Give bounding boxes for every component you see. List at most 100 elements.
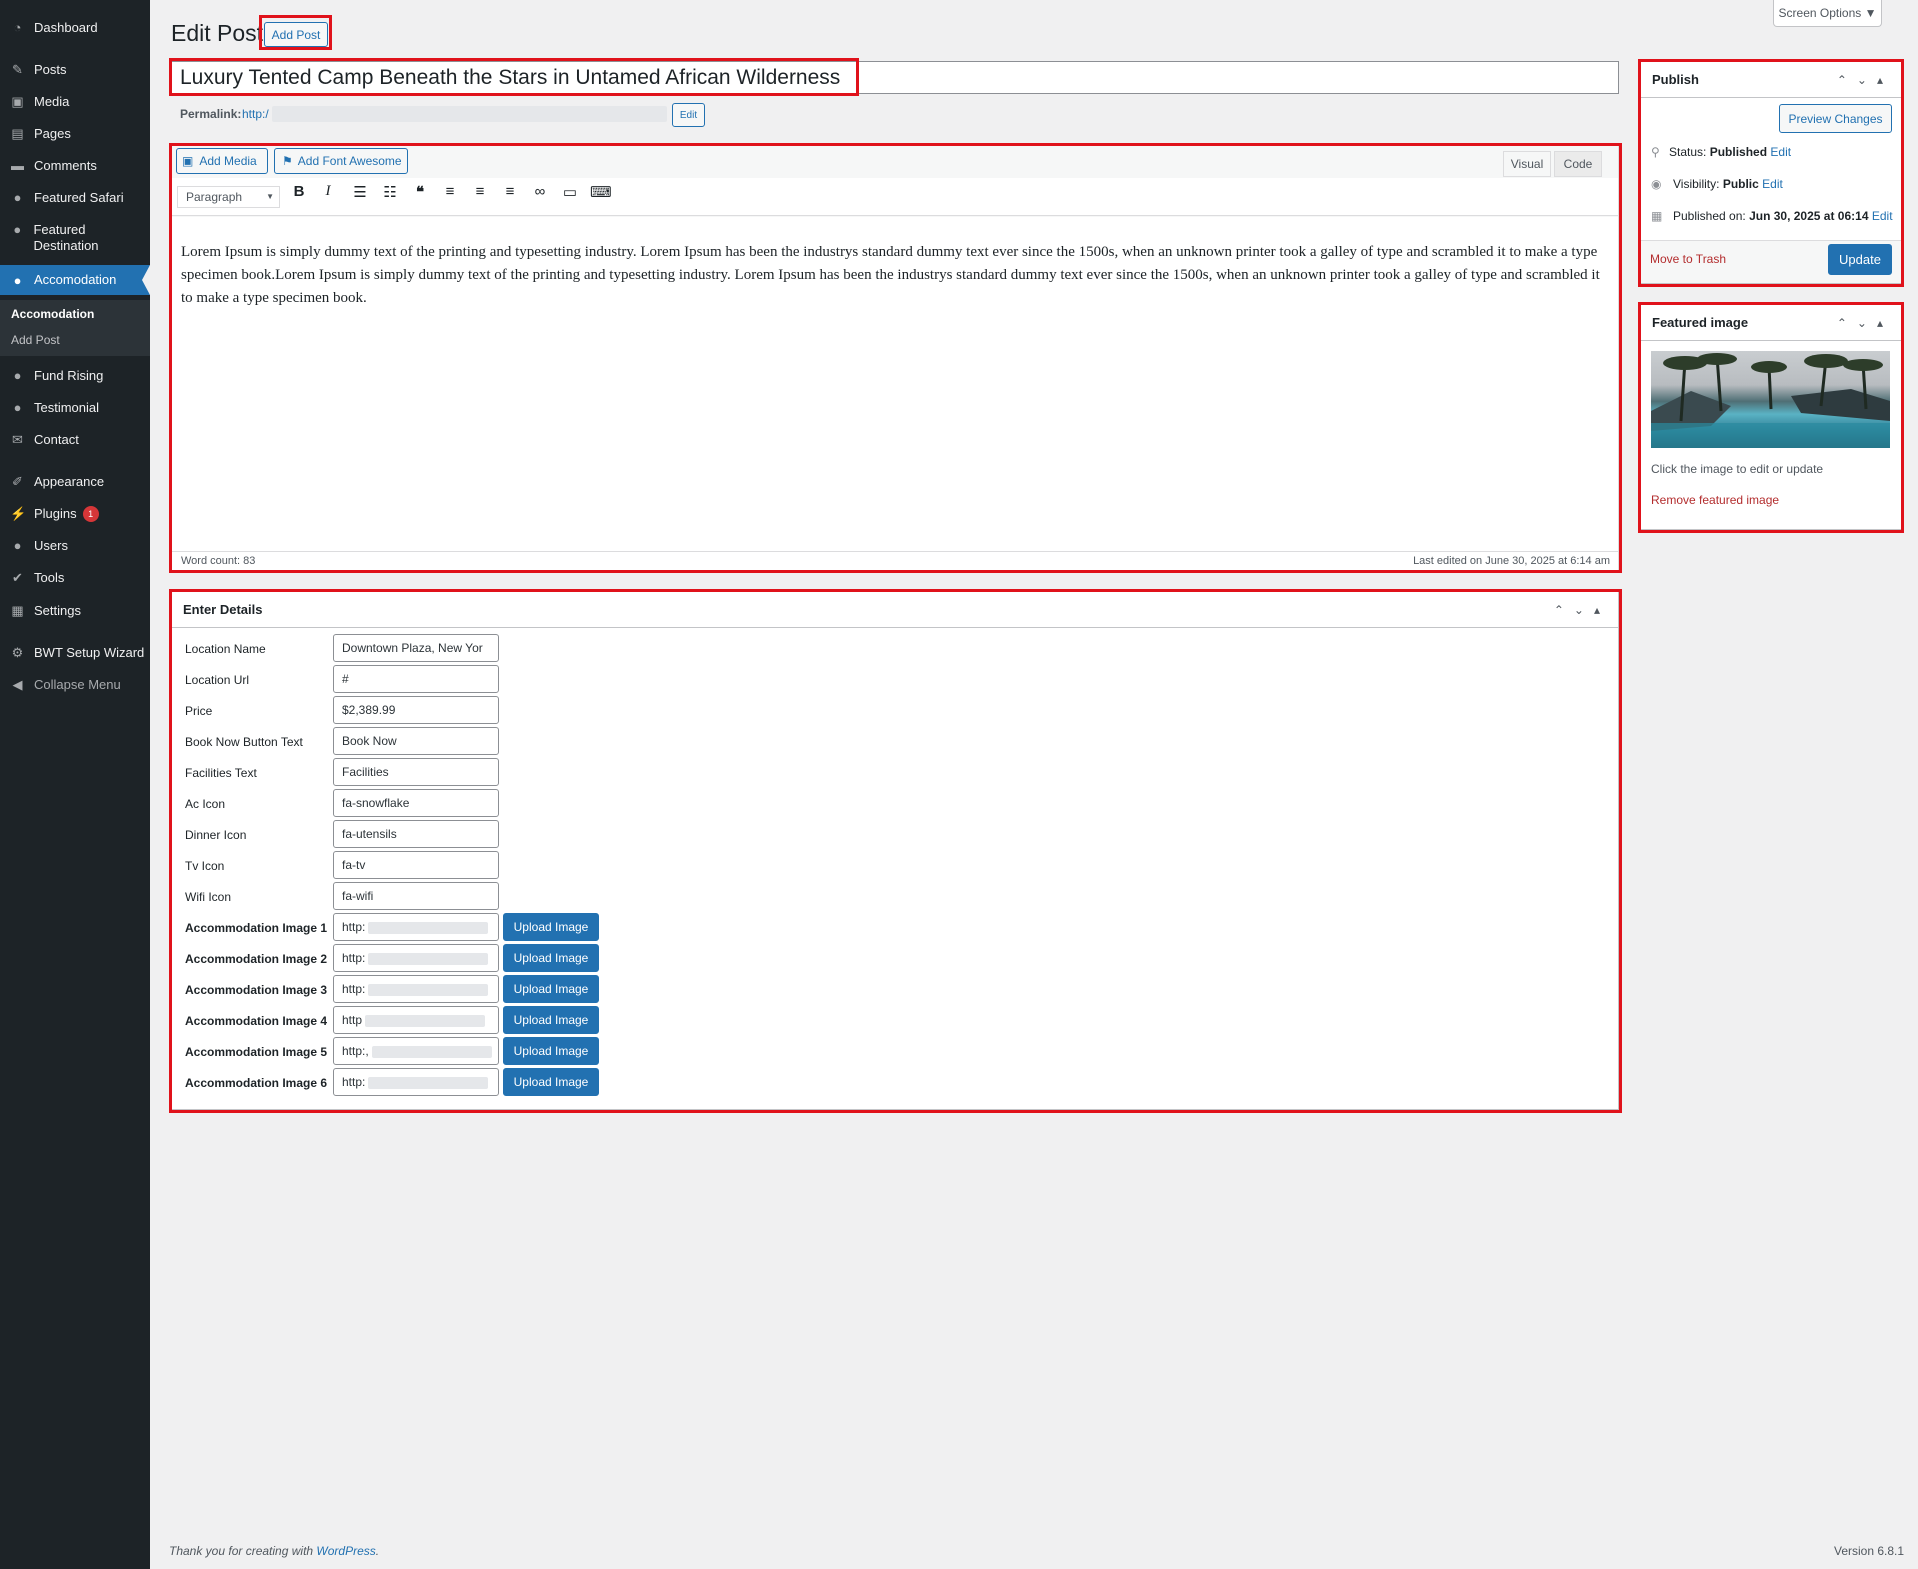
- upload-image-button[interactable]: Upload Image: [503, 1006, 599, 1034]
- move-to-trash-link[interactable]: Move to Trash: [1650, 252, 1726, 266]
- user-group-icon: ●: [13, 272, 22, 288]
- post-title-input[interactable]: Luxury Tented Camp Beneath the Stars in …: [171, 61, 1619, 94]
- price-field[interactable]: $2,389.99: [333, 696, 499, 724]
- menu-fund-rising[interactable]: ● Fund Rising: [0, 368, 150, 384]
- menu-pages[interactable]: ▤ Pages: [0, 126, 150, 142]
- menu-dashboard[interactable]: ◔ Dashboard: [0, 20, 150, 36]
- page-title: Edit Post: [171, 20, 264, 46]
- read-more-icon[interactable]: ▭: [560, 183, 580, 201]
- status-row: ⚲ Status: Published Edit: [1651, 145, 1792, 159]
- dinner-icon-field[interactable]: fa-utensils: [333, 820, 499, 848]
- menu-featured-destination[interactable]: ● Featured Destination: [0, 222, 130, 254]
- wordpress-link[interactable]: WordPress: [316, 1544, 375, 1558]
- menu-featured-safari[interactable]: ● Featured Safari: [0, 190, 150, 206]
- bold-icon[interactable]: B: [289, 183, 309, 200]
- menu-comments[interactable]: ▬ Comments: [0, 158, 150, 174]
- bullet-list-icon[interactable]: ☰: [350, 183, 370, 201]
- accommodation-image-3-field[interactable]: http:: [333, 975, 499, 1003]
- field-label: Wifi Icon: [185, 890, 232, 904]
- ac-icon-field[interactable]: fa-snowflake: [333, 789, 499, 817]
- menu-appearance[interactable]: ✐ Appearance: [0, 474, 150, 490]
- published-edit-link[interactable]: Edit: [1872, 209, 1893, 223]
- menu-plugins[interactable]: ⚡ Plugins 1: [0, 506, 150, 522]
- metabox-controls[interactable]: ⌃⌄▴: [1554, 592, 1610, 628]
- update-button[interactable]: Update: [1828, 244, 1892, 275]
- remove-featured-image-link[interactable]: Remove featured image: [1651, 493, 1779, 507]
- wifi-icon-field[interactable]: fa-wifi: [333, 882, 499, 910]
- redacted-url: [368, 921, 489, 934]
- user-group-icon: ●: [13, 190, 22, 205]
- blockquote-icon[interactable]: ❝: [410, 183, 430, 201]
- tab-code[interactable]: Code: [1554, 151, 1602, 177]
- plugin-icon: ⚡: [10, 506, 27, 521]
- featured-image-thumbnail[interactable]: [1651, 351, 1890, 448]
- numbered-list-icon[interactable]: ☷: [380, 183, 400, 201]
- location-name-field[interactable]: Downtown Plaza, New Yor: [333, 634, 499, 662]
- footer-thanks: Thank you for creating with WordPress.: [169, 1544, 380, 1558]
- format-select[interactable]: Paragraph ▼: [177, 186, 280, 208]
- align-right-icon[interactable]: ≡: [500, 183, 520, 200]
- status-edit-link[interactable]: Edit: [1770, 145, 1791, 159]
- calendar-icon: ▦: [1651, 209, 1663, 223]
- metabox-controls[interactable]: ⌃⌄▴: [1837, 305, 1893, 341]
- submenu-add-post[interactable]: Add Post: [11, 333, 60, 347]
- tab-visual[interactable]: Visual: [1503, 151, 1551, 177]
- menu-bwt-setup-wizard[interactable]: ⚙ BWT Setup Wizard: [0, 645, 150, 661]
- preview-changes-button[interactable]: Preview Changes: [1779, 104, 1892, 133]
- redacted-url: [368, 1076, 489, 1089]
- accommodation-image-5-field[interactable]: http:,: [333, 1037, 499, 1065]
- italic-icon[interactable]: I: [318, 183, 338, 200]
- pin-icon: ✎: [12, 62, 23, 77]
- accommodation-image-1-field[interactable]: http:: [333, 913, 499, 941]
- screen-options-button[interactable]: Screen Options ▼: [1773, 0, 1882, 27]
- field-label: Book Now Button Text: [185, 735, 303, 749]
- permalink-edit-button[interactable]: Edit: [672, 103, 705, 127]
- upload-image-button[interactable]: Upload Image: [503, 944, 599, 972]
- upload-image-button[interactable]: Upload Image: [503, 975, 599, 1003]
- accommodation-image-2-field[interactable]: http:: [333, 944, 499, 972]
- menu-media[interactable]: ▣ Media: [0, 94, 150, 110]
- mail-icon: ✉: [12, 432, 23, 447]
- tv-icon-field[interactable]: fa-tv: [333, 851, 499, 879]
- image-label: Accommodation Image 5: [185, 1045, 328, 1059]
- editor-content-area[interactable]: Lorem Ipsum is simply dummy text of the …: [172, 217, 1618, 551]
- metabox-controls[interactable]: ⌃⌄▴: [1837, 62, 1893, 98]
- visibility-row: ◉ Visibility: Public Edit: [1651, 177, 1783, 191]
- permalink-link[interactable]: http:/: [242, 107, 269, 121]
- upload-image-button[interactable]: Upload Image: [503, 913, 599, 941]
- upload-image-button[interactable]: Upload Image: [503, 1068, 599, 1096]
- add-post-button[interactable]: Add Post: [264, 22, 328, 47]
- menu-accomodation[interactable]: ● Accomodation: [0, 265, 150, 295]
- wrench-icon: ✔: [12, 570, 23, 585]
- add-font-awesome-button[interactable]: ⚑ Add Font Awesome: [274, 148, 408, 174]
- footer-version: Version 6.8.1: [1834, 1544, 1905, 1558]
- accommodation-image-6-field[interactable]: http:: [333, 1068, 499, 1096]
- editor-status-bar: Word count: 83 Last edited on June 30, 2…: [172, 551, 1618, 571]
- menu-collapse[interactable]: ◀ Collapse Menu: [0, 677, 150, 693]
- visibility-edit-link[interactable]: Edit: [1762, 177, 1783, 191]
- menu-testimonial[interactable]: ● Testimonial: [0, 400, 150, 416]
- toolbar-toggle-icon[interactable]: ⌨: [590, 183, 612, 201]
- dashboard-icon: ◔: [13, 20, 22, 35]
- image-label: Accommodation Image 6: [185, 1076, 328, 1090]
- book-now-text-field[interactable]: Book Now: [333, 727, 499, 755]
- menu-tools[interactable]: ✔ Tools: [0, 570, 150, 586]
- menu-settings[interactable]: ▦ Settings: [0, 603, 150, 619]
- featured-image-header: Featured image ⌃⌄▴: [1641, 305, 1901, 341]
- menu-users[interactable]: ● Users: [0, 538, 150, 554]
- link-icon[interactable]: ∞: [530, 183, 550, 200]
- add-media-button[interactable]: ▣ Add Media: [176, 148, 268, 174]
- align-left-icon[interactable]: ≡: [440, 183, 460, 200]
- align-center-icon[interactable]: ≡: [470, 183, 490, 200]
- menu-posts[interactable]: ✎ Posts: [0, 62, 150, 78]
- accommodation-image-4-field[interactable]: http: [333, 1006, 499, 1034]
- redacted-url: [365, 1014, 486, 1027]
- plugins-update-badge: 1: [82, 506, 99, 522]
- submenu-accomodation[interactable]: Accomodation: [11, 307, 94, 321]
- upload-image-button[interactable]: Upload Image: [503, 1037, 599, 1065]
- menu-contact[interactable]: ✉ Contact: [0, 432, 150, 448]
- comment-icon: ▬: [11, 158, 24, 173]
- location-url-field[interactable]: #: [333, 665, 499, 693]
- chevron-down-icon: ▼: [266, 192, 274, 201]
- facilities-text-field[interactable]: Facilities: [333, 758, 499, 786]
